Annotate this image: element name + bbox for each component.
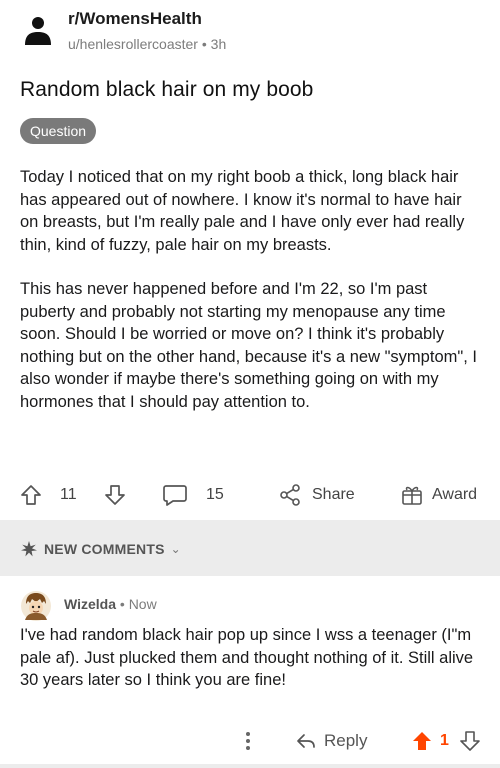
comment-sort-bar: NEW COMMENTS ⌄ — [0, 520, 500, 576]
share-label: Share — [312, 486, 355, 503]
comment-author[interactable]: Wizelda — [64, 596, 116, 612]
comments-button[interactable]: 15 — [162, 474, 224, 516]
comment-sort-label: NEW COMMENTS — [44, 541, 165, 557]
arrow-down-outline-icon — [105, 485, 125, 505]
subreddit-name[interactable]: r/WomensHealth — [68, 9, 202, 29]
comment-sort-button[interactable]: NEW COMMENTS ⌄ — [20, 540, 181, 558]
vertical-dots-icon[interactable] — [244, 730, 252, 752]
post-paragraph: Today I noticed that on my right boob a … — [20, 168, 465, 254]
share-button[interactable]: Share — [278, 474, 355, 516]
avatar[interactable] — [20, 590, 52, 622]
comment-count: 15 — [206, 486, 224, 503]
comment-actions-bar: Reply 1 — [0, 724, 500, 758]
upvote-button[interactable] — [20, 474, 42, 516]
post-meta: u/henlesrollercoaster • 3h — [68, 36, 226, 52]
post-header: r/WomensHealth u/henlesrollercoaster • 3… — [0, 0, 500, 68]
post-actions-bar: 11 15 Share Award — [0, 474, 500, 516]
post-flair[interactable]: Question — [20, 118, 97, 144]
divider — [0, 764, 500, 768]
sparkle-icon — [21, 541, 37, 557]
reply-label: Reply — [324, 731, 368, 750]
meta-separator: • — [201, 36, 207, 52]
arrow-down-outline-icon[interactable] — [460, 731, 480, 751]
reply-arrow-icon — [297, 734, 315, 748]
post-paragraph: This has never happened before and I'm 2… — [20, 280, 477, 411]
post-body: Today I noticed that on my right boob a … — [20, 166, 482, 435]
comment-body: I've had random black hair pop up since … — [20, 626, 474, 689]
share-nodes-icon — [280, 484, 300, 506]
reply-button[interactable]: Reply — [296, 724, 367, 758]
user-silhouette-icon[interactable] — [24, 16, 52, 46]
award-button[interactable]: Award — [400, 474, 477, 516]
arrow-up-outline-icon — [21, 485, 41, 505]
comment-vote-count: 1 — [440, 732, 449, 749]
post-vote-count: 11 — [60, 486, 77, 503]
comment-item: Wizelda • Now I've had random black hair… — [0, 576, 500, 768]
award-label: Award — [432, 486, 478, 503]
gift-box-icon — [402, 486, 422, 505]
chevron-down-icon: ⌄ — [170, 542, 181, 556]
post-author[interactable]: u/henlesrollercoaster — [68, 36, 198, 52]
speech-bubble-icon — [163, 485, 187, 506]
meta-separator: • — [119, 596, 125, 612]
post-title: Random black hair on my boob — [20, 78, 314, 101]
post-age: 3h — [210, 36, 227, 52]
comment-meta: Wizelda • Now — [64, 596, 157, 612]
arrow-up-icon[interactable] — [412, 731, 432, 751]
comment-age: Now — [128, 596, 157, 612]
downvote-button[interactable] — [104, 474, 126, 516]
